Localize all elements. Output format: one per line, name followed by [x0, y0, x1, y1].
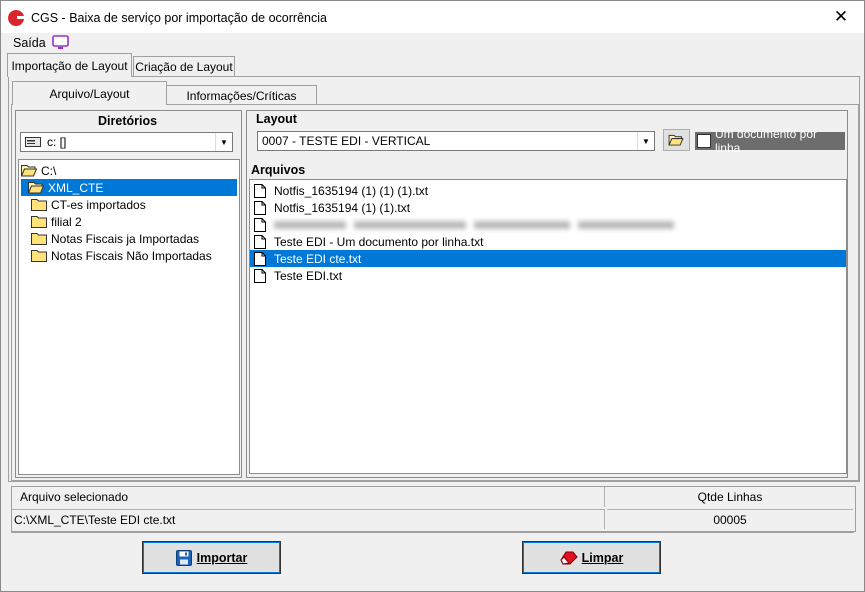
tree-item-label: Notas Fiscais ja Importadas: [51, 231, 200, 246]
close-button[interactable]: ✕: [818, 1, 864, 33]
file-name: Teste EDI - Um documento por linha.txt: [274, 234, 484, 249]
menu-bar: Saída: [1, 33, 864, 53]
one-doc-per-line-checkbox[interactable]: Um documento por linha: [695, 127, 845, 155]
tree-item-label: XML_CTE: [48, 180, 104, 195]
drive-select[interactable]: c: [] ▼: [20, 132, 233, 152]
folder-icon: [31, 216, 47, 228]
main-tabs: Importação de Layout Criação de Layout: [1, 53, 864, 77]
tree-item-ct-es-importados[interactable]: CT-es importados: [31, 196, 146, 213]
open-folder-icon: [21, 165, 37, 177]
selected-file-value: C:\XML_CTE\Teste EDI cte.txt: [12, 509, 605, 529]
import-button[interactable]: Importar: [142, 541, 281, 574]
checkbox-label: Um documento por linha: [714, 127, 817, 155]
redacted-file-name: [274, 220, 674, 229]
folder-icon: [31, 233, 47, 245]
tab-informacoes-criticas[interactable]: Informações/Críticas: [166, 85, 317, 105]
layout-value: 0007 - TESTE EDI - VERTICAL: [262, 134, 431, 148]
selected-file-header: Arquivo selecionado: [12, 487, 605, 507]
clear-button[interactable]: Limpar: [522, 541, 661, 574]
document-icon: [254, 183, 266, 198]
file-name: Notfis_1635194 (1) (1).txt: [274, 200, 411, 215]
chevron-down-icon[interactable]: ▼: [637, 132, 654, 150]
document-icon: [254, 234, 266, 249]
tree-item-notas-importadas[interactable]: Notas Fiscais ja Importadas: [31, 230, 199, 247]
title-bar: CGS - Baixa de serviço por importação de…: [1, 1, 864, 33]
close-icon: ✕: [833, 7, 849, 26]
document-icon: [254, 217, 266, 232]
divider: [11, 532, 854, 533]
tree-item-xml-cte[interactable]: XML_CTE: [21, 179, 237, 196]
monitor-icon[interactable]: [52, 35, 69, 50]
eraser-icon: [560, 551, 578, 565]
save-disk-icon: [175, 549, 192, 566]
lines-count-value: 00005: [607, 509, 853, 530]
import-label: Importar: [196, 550, 248, 565]
file-name: Teste EDI.txt: [274, 268, 343, 283]
chevron-down-icon[interactable]: ▼: [215, 133, 232, 151]
file-item[interactable]: Teste EDI.txt: [250, 267, 846, 284]
document-icon: [254, 268, 266, 283]
tree-item-root[interactable]: C:\: [21, 162, 56, 179]
document-icon: [254, 251, 266, 266]
tab-label: Importação de Layout: [11, 58, 128, 73]
tree-item-label: CT-es importados: [51, 197, 146, 212]
file-list[interactable]: Notfis_1635194 (1) (1) (1).txt Notfis_16…: [249, 179, 847, 474]
tree-item-label: C:\: [41, 163, 57, 178]
tree-item-label: filial 2: [51, 214, 82, 229]
open-layout-button[interactable]: [663, 129, 690, 151]
lines-count-header: Qtde Linhas: [697, 490, 763, 504]
files-header: Arquivos: [251, 163, 306, 177]
tab-label: Criação de Layout: [135, 60, 233, 74]
folder-icon: [31, 250, 47, 262]
main-window: CGS - Baixa de serviço por importação de…: [0, 0, 865, 592]
tree-item-notas-nao-importadas[interactable]: Notas Fiscais Não Importadas: [31, 247, 212, 264]
file-item-selected[interactable]: Teste EDI cte.txt: [250, 250, 846, 267]
tab-criacao-layout[interactable]: Criação de Layout: [133, 56, 235, 77]
tab-arquivo-layout[interactable]: Arquivo/Layout: [12, 81, 167, 105]
file-item[interactable]: [250, 216, 846, 233]
tab-label: Arquivo/Layout: [49, 86, 130, 101]
layout-select[interactable]: 0007 - TESTE EDI - VERTICAL ▼: [257, 131, 655, 151]
open-folder-icon: [28, 182, 44, 194]
directories-header: Diretórios: [98, 114, 158, 128]
folder-icon: [31, 199, 47, 211]
open-folder-icon: [668, 134, 684, 146]
checkbox-box[interactable]: [697, 134, 711, 148]
directory-tree[interactable]: C:\ XML_CTE CT-es importados filial 2 No…: [18, 159, 240, 475]
cgs-logo-icon: [8, 9, 24, 26]
file-name: Notfis_1635194 (1) (1) (1).txt: [274, 183, 429, 198]
document-icon: [254, 200, 266, 215]
clear-label: Limpar: [581, 550, 624, 565]
file-item[interactable]: Notfis_1635194 (1) (1) (1).txt: [250, 182, 846, 199]
tree-item-label: Notas Fiscais Não Importadas: [51, 248, 212, 263]
menu-saida[interactable]: Saída: [13, 36, 46, 50]
drive-value: c: []: [47, 135, 67, 149]
layout-header: Layout: [256, 112, 297, 126]
drive-icon: [25, 137, 41, 147]
tab-importacao-layout[interactable]: Importação de Layout: [7, 53, 132, 77]
window-title: CGS - Baixa de serviço por importação de…: [31, 11, 327, 25]
tree-item-filial-2[interactable]: filial 2: [31, 213, 82, 230]
tab-label: Informações/Críticas: [186, 88, 297, 103]
file-name: Teste EDI cte.txt: [274, 251, 362, 266]
file-item[interactable]: Teste EDI - Um documento por linha.txt: [250, 233, 846, 250]
file-item[interactable]: Notfis_1635194 (1) (1).txt: [250, 199, 846, 216]
